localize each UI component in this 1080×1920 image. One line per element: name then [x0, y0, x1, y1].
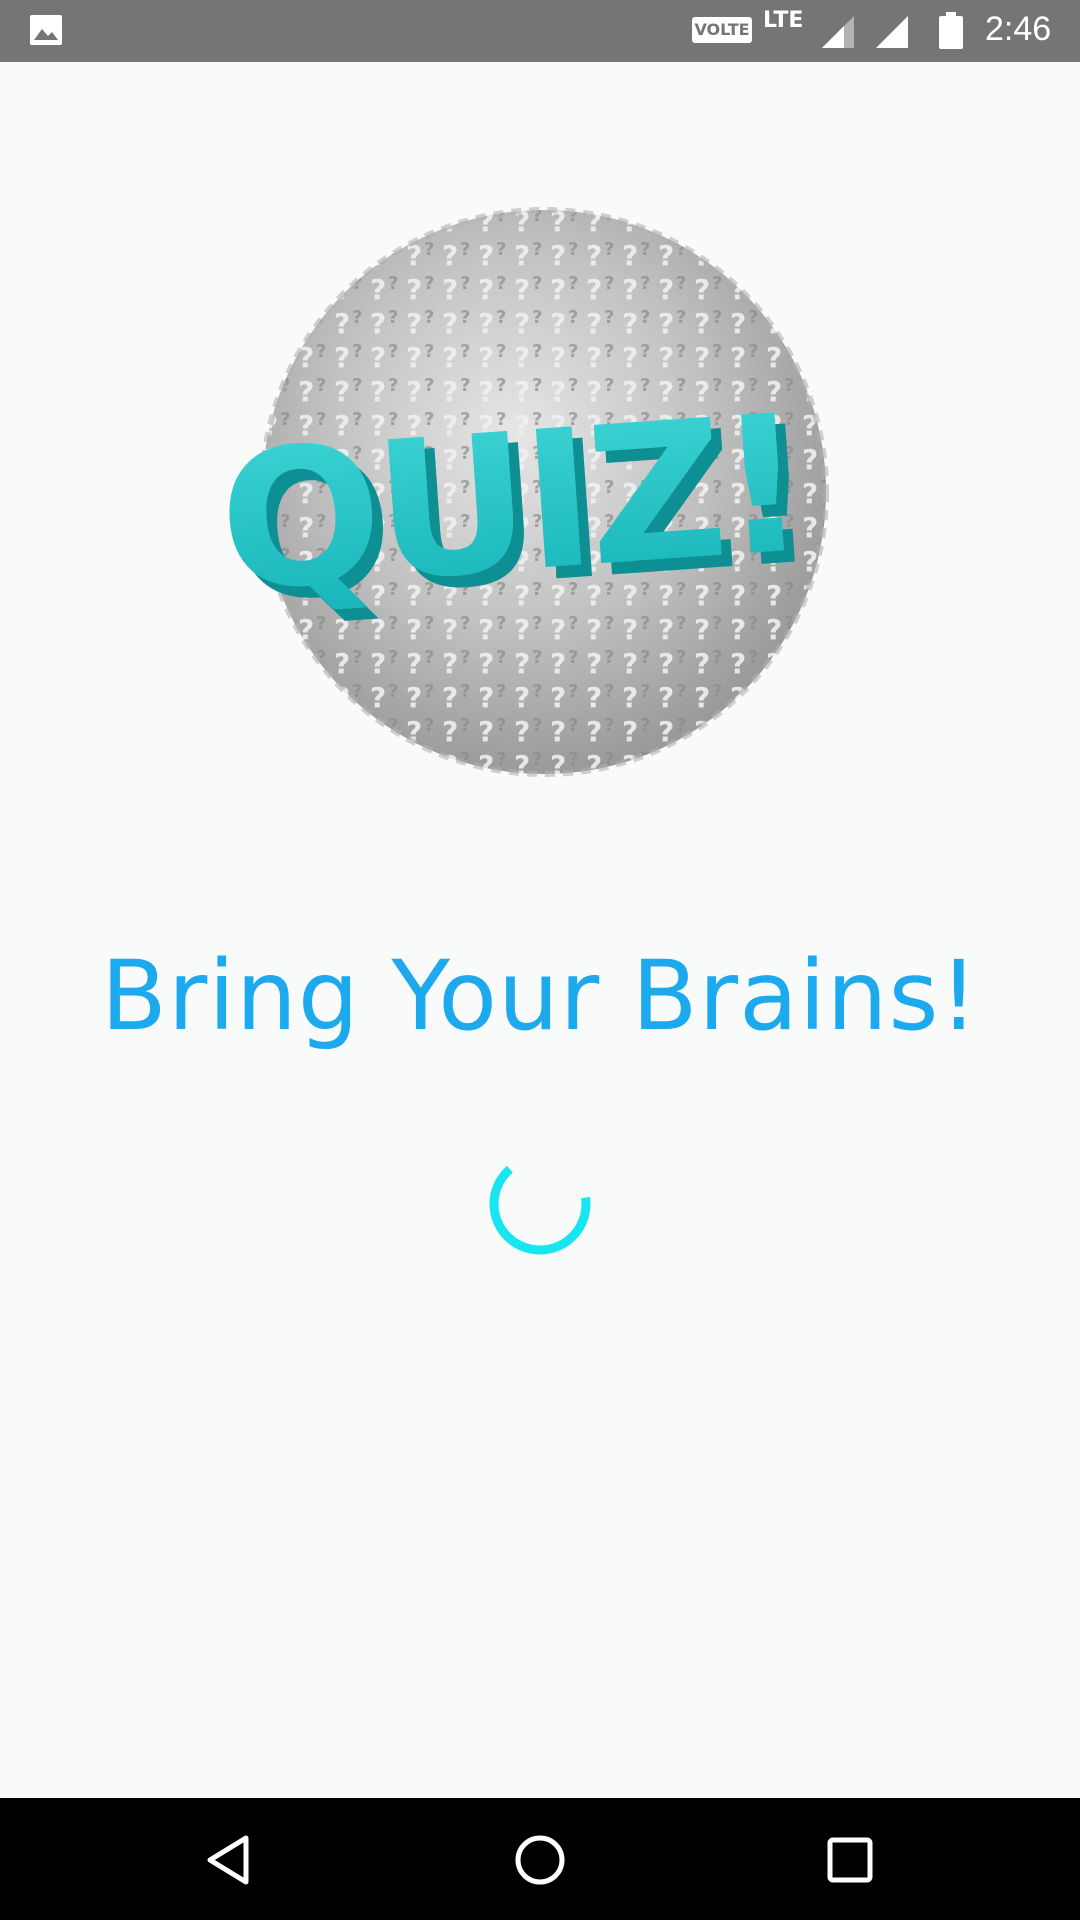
tagline-text: Bring Your Brains! — [101, 940, 979, 1052]
navigation-bar — [0, 1798, 1080, 1920]
loading-spinner-icon — [489, 1153, 591, 1255]
home-circle-icon[interactable] — [508, 1828, 572, 1892]
quiz-logo-image: ? ? QUIZ! QUIZ! — [224, 207, 829, 777]
image-icon — [30, 15, 62, 45]
splash-screen: VOLTE LTE 2:46 ? ? — [0, 0, 1080, 1920]
network-type-label: LTE — [763, 8, 804, 33]
back-triangle-icon[interactable] — [198, 1828, 262, 1892]
status-bar: VOLTE LTE 2:46 — [0, 0, 1080, 62]
status-time: 2:46 — [985, 10, 1052, 48]
signal-strength-icon — [876, 16, 908, 48]
signal-strength-icon — [822, 16, 854, 48]
recents-square-icon[interactable] — [818, 1828, 882, 1892]
volte-badge: VOLTE — [692, 17, 752, 43]
battery-icon — [939, 12, 963, 49]
quiz-logo-text: QUIZ! — [224, 373, 808, 634]
